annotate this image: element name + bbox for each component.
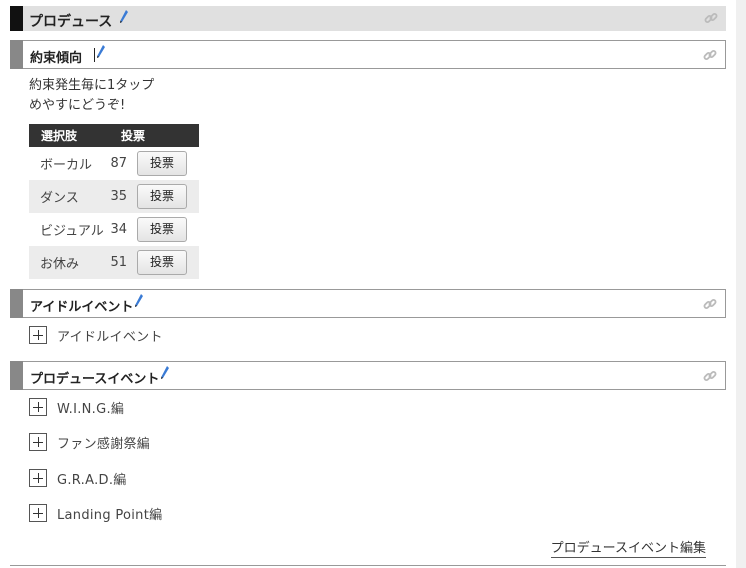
section-header-promise: 約束傾向 [10, 40, 726, 69]
section-title: アイドルイベント [30, 300, 134, 315]
vote-button[interactable]: 投票 [137, 250, 187, 275]
table-row: お休み 51 投票 [29, 246, 199, 279]
section-title: プロデュース [29, 14, 113, 30]
fold-label[interactable]: アイドルイベント [57, 326, 163, 345]
fold-toggle-wing[interactable]: W.I.N.G.編 [29, 398, 124, 417]
fold-toggle-idol-event[interactable]: アイドルイベント [29, 326, 163, 345]
produce-event-edit-link[interactable]: プロデュースイベント編集 [550, 541, 706, 558]
plus-box-icon[interactable] [29, 469, 47, 487]
plus-box-icon[interactable] [29, 433, 47, 451]
vote-count: 87 [110, 156, 127, 171]
section-title: 約束傾向 [30, 51, 83, 66]
divider [10, 565, 726, 566]
fold-label[interactable]: ファン感謝祭編 [57, 433, 150, 452]
promise-description: 約束発生毎に1タップ めやすにどうぞ! [29, 76, 154, 116]
fold-label[interactable]: G.R.A.D.編 [57, 469, 127, 488]
vote-button[interactable]: 投票 [137, 217, 187, 242]
pencil-icon[interactable] [135, 294, 143, 308]
vote-count: 51 [109, 246, 137, 279]
fold-toggle-landing-point[interactable]: Landing Point編 [29, 504, 162, 523]
plus-box-icon[interactable] [29, 398, 47, 416]
option-label: ボーカル [40, 158, 93, 173]
section-header-produce-event: プロデュースイベント [10, 361, 726, 390]
plus-box-icon[interactable] [29, 326, 47, 344]
header-bar [10, 361, 23, 390]
table-row: ダンス 35 投票 [29, 180, 199, 213]
text-cursor [94, 48, 95, 62]
table-row: ボーカル 87 投票 [29, 147, 199, 180]
pencil-icon[interactable] [120, 10, 128, 24]
vote-table: 選択肢 投票 ボーカル 87 投票 ダンス 35 投票 ビジュアル 34 投票 … [29, 124, 199, 279]
option-label: ダンス [29, 180, 109, 213]
vote-button[interactable]: 投票 [137, 151, 187, 176]
option-label: お休み [29, 246, 109, 279]
description-line: 約束発生毎に1タップ [29, 78, 155, 93]
header-bar [10, 289, 23, 318]
page-scrollbar[interactable] [736, 0, 746, 568]
column-header-vote: 投票 [109, 124, 199, 147]
table-row: ビジュアル 34 投票 [29, 213, 199, 246]
pencil-icon[interactable] [97, 45, 105, 59]
column-header-option: 選択肢 [29, 124, 109, 147]
link-icon[interactable] [703, 48, 717, 62]
fold-toggle-grad[interactable]: G.R.A.D.編 [29, 469, 127, 488]
header-bar [10, 40, 23, 69]
vote-button[interactable]: 投票 [137, 184, 187, 209]
fold-label[interactable]: W.I.N.G.編 [57, 398, 124, 417]
pencil-icon[interactable] [161, 366, 169, 380]
plus-box-icon[interactable] [29, 504, 47, 522]
section-header-produce: プロデュース [10, 6, 726, 31]
fold-toggle-fan-festival[interactable]: ファン感謝祭編 [29, 433, 150, 452]
description-line: めやすにどうぞ! [29, 98, 126, 113]
option-label: ビジュアル [40, 224, 104, 239]
section-header-idol-event: アイドルイベント [10, 289, 726, 318]
section-title: プロデュースイベント [30, 372, 160, 387]
link-icon[interactable] [704, 11, 718, 25]
vote-count: 34 [110, 222, 127, 237]
header-bar [10, 6, 23, 31]
fold-label[interactable]: Landing Point編 [57, 504, 162, 523]
link-icon[interactable] [703, 369, 717, 383]
link-icon[interactable] [703, 297, 717, 311]
vote-count: 35 [109, 180, 137, 213]
